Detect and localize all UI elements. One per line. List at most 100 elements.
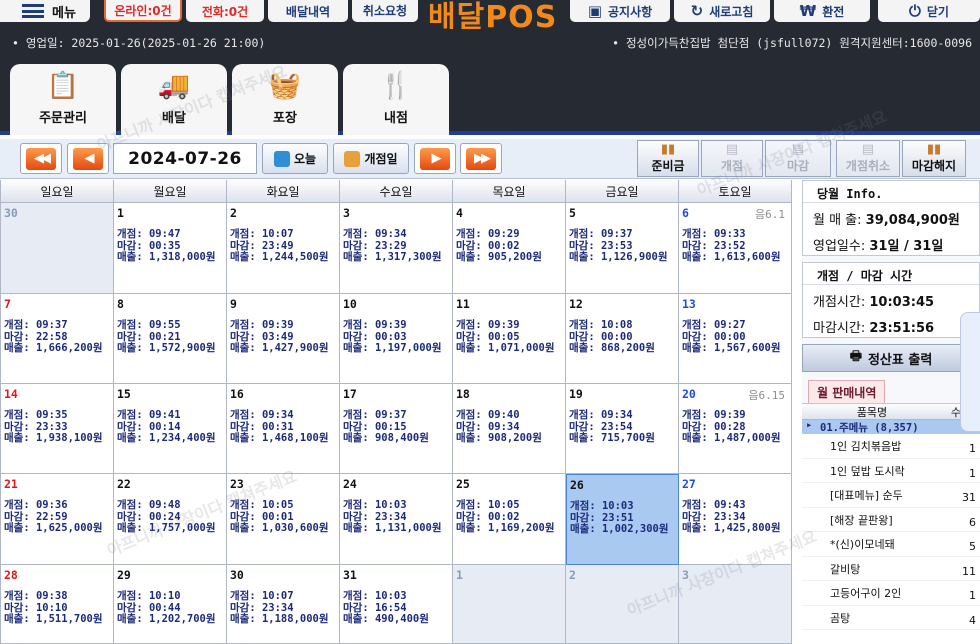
list-item[interactable]: [대표메뉴] 순두 31 [802,483,980,508]
reserve-fund-button[interactable]: ▮▮ 준비금 [637,140,699,177]
day-open: 개점: 09:35 [4,409,68,421]
calendar-day-cell[interactable]: 1 [453,565,566,644]
calendar-day-cell[interactable]: 30 [1,203,114,294]
calendar-day-cell[interactable]: 4 개점: 09:29 마감: 00:02 매출: 905,200원 [453,203,566,294]
calendar-day-cell[interactable]: 28 개점: 09:38 마감: 10:10 매출: 1,511,700원 [1,565,114,644]
online-orders-button[interactable]: 온라인:0건 [104,0,182,22]
calendar-day-cell[interactable]: 27 개점: 09:43 마감: 23:34 매출: 1,425,800원 [679,474,792,565]
day-number: 27 [682,477,696,491]
calendar-day-cell[interactable]: 23 개점: 10:05 마감: 00:01 매출: 1,030,600원 [227,474,340,565]
day-sales: 매출: 1,425,800원 [682,522,781,534]
calendar-day-cell[interactable]: 26 개점: 10:03 마감: 23:51 매출: 1,002,300원 [566,474,679,565]
cancel-open-button[interactable]: ▤ 개점취소 [836,140,900,177]
store-open-button[interactable]: ▤ 개점 [701,140,763,177]
tab-delivery[interactable]: 🚚 배달 [121,64,227,135]
side-panel-handle[interactable] [960,312,980,432]
monthly-sales-list: 품목명 수량 01.주메뉴 (8,357) 1인 김치볶음밥11인 덮밥 도시락… [802,403,980,644]
prev-year-button[interactable]: ◀◀ [20,143,62,174]
day-open: 개점: 09:37 [4,319,68,331]
day-sales: 매출: 868,200원 [569,342,655,354]
day-number: 2 [230,206,237,220]
calendar-day-cell[interactable]: 17 개점: 09:37 마감: 00:15 매출: 908,400원 [340,384,453,474]
list-item[interactable]: 1인 덮밥 도시락 1 [802,459,980,483]
exchange-button[interactable]: ₩ 환전 [774,0,870,22]
list-item[interactable]: 고등어구이 2인 1 [802,581,980,606]
day-number: 30 [4,206,18,220]
next-year-button[interactable]: ▶▶ [460,143,502,174]
calendar-day-cell[interactable]: 20 음6.15 개점: 09:39 마감: 00:28 매출: 1,487,000원 [679,384,792,474]
calendar-day-cell[interactable]: 3 [679,565,792,644]
calendar-day-cell[interactable]: 21 개점: 09:36 마감: 22:59 매출: 1,625,000원 [1,474,114,565]
day-number: 23 [230,477,244,491]
calendar-day-cell[interactable]: 18 개점: 09:40 마감: 09:34 매출: 908,200원 [453,384,566,474]
notice-button[interactable]: ▣ 공지사항 [570,0,670,22]
double-left-icon: ◀◀ [26,147,56,170]
calendar-day-cell[interactable]: 25 개점: 10:05 마감: 00:02 매출: 1,169,200원 [453,474,566,565]
calendar-day-cell[interactable]: 19 개점: 09:34 마감: 23:54 매출: 715,700원 [566,384,679,474]
calendar-day-cell[interactable]: 6 음6.1 개점: 09:33 마감: 23:52 매출: 1,613,600원 [679,203,792,294]
next-month-button[interactable]: ▶ [414,143,456,174]
calendar-day-cell[interactable]: 30 개점: 10:07 마감: 23:34 매출: 1,188,000원 [227,565,340,644]
op-label: 개점 [720,159,744,173]
day-open: 개점: 10:07 [230,590,294,602]
day-number: 29 [117,568,131,582]
calendar-day-cell[interactable]: 1 개점: 09:47 마감: 00:35 매출: 1,318,000원 [114,203,227,294]
list-item[interactable]: 갈비탕 11 [802,557,980,581]
tab-takeout[interactable]: 🧺 포장 [232,64,338,135]
current-date[interactable]: 2024-07-26 [113,143,257,174]
calendar-day-cell[interactable]: 7 개점: 09:37 마감: 22:58 매출: 1,666,200원 [1,294,114,384]
day-number: 25 [456,477,470,491]
close-button[interactable]: ⏻ 닫기 [878,0,980,22]
calendar-day-cell[interactable]: 5 개점: 09:37 마감: 23:53 매출: 1,126,900원 [566,203,679,294]
op-label: 마감해지 [911,159,957,173]
day-summary: 개점: 10:03 마감: 23:51 매출: 1,002,300원 [570,500,669,536]
month-sales-value: 39,084,900원 [865,213,960,228]
day-sales: 매출: 905,200원 [456,251,542,263]
tab-monthly-sales[interactable]: 월 판매내역 [808,380,886,404]
list-item[interactable]: 1인 김치볶음밥 1 [802,434,980,459]
today-button[interactable]: 오늘 [262,143,328,174]
store-close-button[interactable]: ▤ 마감 [765,140,831,177]
won-icon: ₩ [799,2,817,20]
calendar-day-cell[interactable]: 3 개점: 09:34 마감: 23:29 매출: 1,317,300원 [340,203,453,294]
day-sales: 매출: 1,757,000원 [117,522,216,534]
calendar-day-cell[interactable]: 10 개점: 09:39 마감: 00:03 매출: 1,197,000원 [340,294,453,384]
calendar-day-cell[interactable]: 31 개점: 10:03 마감: 16:54 매출: 490,400원 [340,565,453,644]
calendar-day-cell[interactable]: 2 [566,565,679,644]
list-item[interactable]: 곰탕 4 [802,606,980,630]
cancel-request-button[interactable]: 취소요청 [352,0,418,22]
calendar-day-cell[interactable]: 15 개점: 09:41 마감: 00:14 매출: 1,234,400원 [114,384,227,474]
menu-button[interactable]: 메뉴 [0,0,90,22]
list-item[interactable]: *(신)이모네돼 5 [802,532,980,557]
menu-group-row[interactable]: 01.주메뉴 (8,357) [802,419,980,434]
calendar-day-cell[interactable]: 2 개점: 10:07 마감: 23:49 매출: 1,244,500원 [227,203,340,294]
day-sales: 매출: 490,400원 [343,613,429,625]
calendar-day-cell[interactable]: 12 개점: 10:08 마감: 00:00 매출: 868,200원 [566,294,679,384]
calendar-day-cell[interactable]: 16 개점: 09:34 마감: 00:31 매출: 1,468,100원 [227,384,340,474]
day-summary: 개점: 09:37 마감: 22:58 매출: 1,666,200원 [4,319,103,355]
refresh-button[interactable]: ↻ 새로고침 [674,0,770,22]
tab-order-management[interactable]: 📋 주문관리 [10,64,116,135]
calendar-day-cell[interactable]: 14 개점: 09:35 마감: 23:33 매출: 1,938,100원 [1,384,114,474]
release-close-button[interactable]: ▮▮ 마감해지 [902,140,966,177]
day-sales: 매출: 1,126,900원 [569,251,668,263]
delivery-history-button[interactable]: 배달내역 [268,0,348,22]
tab-label: 주문관리 [39,111,87,126]
calendar-day-cell[interactable]: 24 개점: 10:03 마감: 23:34 매출: 1,131,000원 [340,474,453,565]
calendar-day-cell[interactable]: 11 개점: 09:39 마감: 00:05 매출: 1,071,000원 [453,294,566,384]
print-settlement-button[interactable]: 🖶 정산표 출력 [802,344,980,372]
open-day-button[interactable]: 개점일 [333,143,409,174]
menu-label: 메뉴 [52,5,76,21]
item-qty: 5 [969,540,976,553]
tab-dine-in[interactable]: 🍴 내점 [343,64,449,135]
calendar-day-cell[interactable]: 13 개점: 09:27 마감: 00:00 매출: 1,567,600원 [679,294,792,384]
tab-label: 포장 [273,111,297,126]
day-summary: 개점: 09:27 마감: 00:00 매출: 1,567,600원 [682,319,781,355]
calendar-day-cell[interactable]: 29 개점: 10:10 마감: 00:44 매출: 1,202,700원 [114,565,227,644]
calendar-day-cell[interactable]: 8 개점: 09:55 마감: 00:21 매출: 1,572,900원 [114,294,227,384]
prev-month-button[interactable]: ◀ [67,143,109,174]
phone-orders-button[interactable]: 전화:0건 [186,0,264,22]
list-item[interactable]: [해장 끝판왕] 6 [802,508,980,532]
calendar-day-cell[interactable]: 9 개점: 09:39 마감: 03:49 매출: 1,427,900원 [227,294,340,384]
calendar-day-cell[interactable]: 22 개점: 09:48 마감: 00:24 매출: 1,757,000원 [114,474,227,565]
